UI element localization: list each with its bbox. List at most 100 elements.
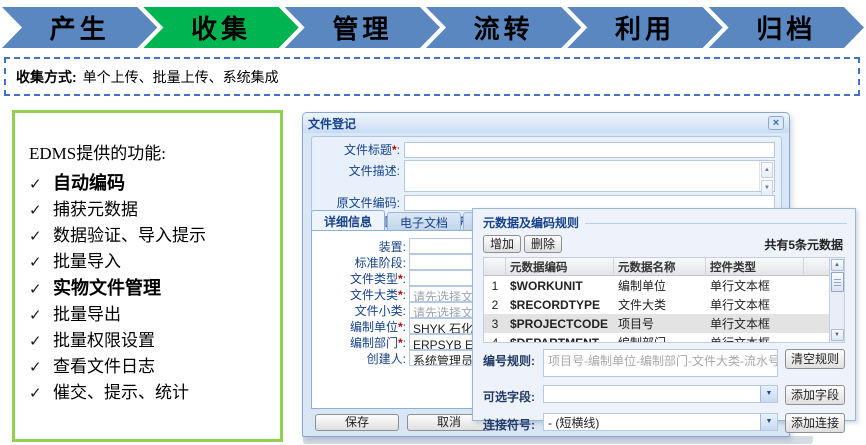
column-header-name: 元数据名称 xyxy=(614,258,706,275)
flow-step-label: 利用 xyxy=(615,9,675,46)
slide: 产生 收集 管理 流转 利用 归档 收集方式: 单个上传、批量上传、系统集成 E… xyxy=(0,0,866,445)
form-row-title: 文件标题*: xyxy=(312,141,775,158)
connector-row: 连接符号: - (短横线) ▼ 添加连接 xyxy=(473,413,855,433)
feature-item: ✓自动编码 xyxy=(29,170,272,197)
scroll-up-icon[interactable]: ▲ xyxy=(831,259,844,271)
flow-step-utilize: 利用 xyxy=(567,7,722,48)
field-label: 文件标题*: xyxy=(312,141,400,158)
table-row-selected[interactable]: 3 $PROJECTCODE 项目号 单行文本框 xyxy=(484,314,829,333)
check-icon: ✓ xyxy=(29,171,53,197)
scroll-down-icon[interactable]: ▼ xyxy=(831,329,844,341)
table-row[interactable]: 1 $WORKUNIT 编制单位 单行文本框 xyxy=(484,276,829,295)
field-label: 文件小类: xyxy=(312,302,406,319)
numbering-rule-row: 编号规则: 项目号-编制单位-编制部门-文件大类-流水号 清空规则 xyxy=(473,349,855,377)
field-label: 文件类型*: xyxy=(312,270,406,287)
column-header-blank xyxy=(804,258,829,275)
table-row[interactable]: 4 $DEPARTMENT 编制部门 单行文本框 xyxy=(484,333,829,342)
dialog-buttons: 保存 取消 xyxy=(315,414,491,431)
metadata-table: 元数据编码 元数据名称 控件类型 1 $WORKUNIT 编制单位 单行文本框 … xyxy=(483,257,845,343)
file-description-textarea[interactable]: ▲ ▼ xyxy=(404,160,775,192)
check-icon: ✓ xyxy=(29,302,53,328)
table-row[interactable]: 2 $RECORDTYPE 文件大类 单行文本框 xyxy=(484,295,829,314)
flow-step-label: 产生 xyxy=(50,9,110,46)
optional-field-select[interactable]: ▼ xyxy=(543,385,778,403)
check-icon: ✓ xyxy=(29,328,53,354)
field-label: 文件描述: xyxy=(312,160,400,179)
flow-step-label: 流转 xyxy=(474,9,534,46)
collection-method-text: 单个上传、批量上传、系统集成 xyxy=(83,67,279,87)
flow-step-circulate: 流转 xyxy=(426,7,581,48)
feature-item: ✓批量导出 xyxy=(29,302,272,328)
feature-item: ✓批量权限设置 xyxy=(29,328,272,354)
metadata-count: 共有5条元数据 xyxy=(764,236,843,253)
check-icon: ✓ xyxy=(29,223,53,249)
dialog-titlebar: 文件登记 × xyxy=(303,113,789,133)
metadata-table-grid: 元数据编码 元数据名称 控件类型 1 $WORKUNIT 编制单位 单行文本框 … xyxy=(484,258,829,342)
chevron-down-icon[interactable]: ▼ xyxy=(760,414,777,430)
column-header-index xyxy=(484,258,506,275)
top-form: 文件标题*: 文件描述: ▲ ▼ 原文件编码: 公开范围: xyxy=(311,136,782,218)
spin-up-icon[interactable]: ▲ xyxy=(761,162,773,178)
check-icon: ✓ xyxy=(29,380,53,406)
file-description-textarea-body[interactable] xyxy=(405,161,759,191)
column-header-type: 控件类型 xyxy=(706,258,804,275)
flow-step-label: 管理 xyxy=(332,9,392,46)
field-label: 编号规则: xyxy=(483,349,543,369)
legend-line xyxy=(585,223,847,224)
process-flow: 产生 收集 管理 流转 利用 归档 xyxy=(2,7,864,48)
feature-item: ✓数据验证、导入提示 xyxy=(29,223,272,249)
field-label: 原文件编码: xyxy=(312,194,400,211)
feature-item: ✓批量导入 xyxy=(29,249,272,275)
check-icon: ✓ xyxy=(29,249,53,275)
numbering-rule-input[interactable]: 项目号-编制单位-编制部门-文件大类-流水号 xyxy=(543,349,778,377)
feature-item: ✓实物文件管理 xyxy=(29,275,272,302)
field-label: 标准阶段: xyxy=(312,254,406,271)
table-rows: 1 $WORKUNIT 编制单位 单行文本框 2 $RECORDTYPE 文件大… xyxy=(484,276,829,342)
field-label: 编制单位*: xyxy=(312,318,406,335)
collection-method-label: 收集方式: xyxy=(16,67,77,87)
check-icon: ✓ xyxy=(29,197,53,223)
field-label: 创建人: xyxy=(312,350,406,367)
textarea-scroll: ▲ ▼ xyxy=(759,161,774,191)
form-row-description: 文件描述: ▲ ▼ xyxy=(312,160,775,192)
flow-step-produce: 产生 xyxy=(2,7,157,48)
flow-step-collect: 收集 xyxy=(143,7,298,48)
flow-step-label: 归档 xyxy=(756,9,816,46)
chevron-down-icon[interactable]: ▼ xyxy=(760,386,777,402)
add-connector-button[interactable]: 添加连接 xyxy=(785,413,845,433)
features-panel: EDMS提供的功能: ✓自动编码 ✓捕获元数据 ✓数据验证、导入提示 ✓批量导入… xyxy=(12,110,283,442)
save-button[interactable]: 保存 xyxy=(315,414,399,431)
field-label: 文件大类*: xyxy=(312,286,406,303)
file-title-input[interactable] xyxy=(404,142,775,158)
tab-electronic-doc[interactable]: 电子文档 xyxy=(387,212,461,231)
feature-item: ✓捕获元数据 xyxy=(29,197,272,223)
table-header: 元数据编码 元数据名称 控件类型 xyxy=(484,258,829,276)
dialog-title: 文件登记 xyxy=(308,115,768,132)
features-list: ✓自动编码 ✓捕获元数据 ✓数据验证、导入提示 ✓批量导入 ✓实物文件管理 ✓批… xyxy=(29,170,272,406)
metadata-rules-panel: 元数据及编码规则 增加 删除 共有5条元数据 元数据编码 元数据名称 控件类型 … xyxy=(472,208,856,421)
panel-header: 元数据及编码规则 xyxy=(473,209,855,231)
feature-item: ✓查看文件日志 xyxy=(29,354,272,380)
add-field-button[interactable]: 添加字段 xyxy=(785,385,845,405)
field-label: 连接符号: xyxy=(483,413,543,433)
clear-rule-button[interactable]: 清空规则 xyxy=(785,349,845,369)
metadata-toolbar: 增加 删除 共有5条元数据 xyxy=(483,235,843,253)
collection-method-note: 收集方式: 单个上传、批量上传、系统集成 xyxy=(4,57,860,96)
check-icon: ✓ xyxy=(29,276,53,302)
flow-step-archive: 归档 xyxy=(709,7,864,48)
field-label: 编制部门*: xyxy=(312,334,406,351)
tab-detail-info[interactable]: 详细信息 xyxy=(311,210,385,231)
flow-step-label: 收集 xyxy=(191,9,251,46)
delete-metadata-button[interactable]: 删除 xyxy=(524,235,562,253)
scrollbar-thumb[interactable] xyxy=(831,272,844,292)
column-header-code: 元数据编码 xyxy=(506,258,614,275)
window-bottom-edge xyxy=(303,436,813,444)
connector-select[interactable]: - (短横线) ▼ xyxy=(543,413,778,431)
close-icon[interactable]: × xyxy=(768,116,784,130)
field-label: 可选字段: xyxy=(483,385,543,405)
features-title: EDMS提供的功能: xyxy=(29,139,272,164)
table-scrollbar[interactable]: ▲ ▼ xyxy=(829,258,844,342)
add-metadata-button[interactable]: 增加 xyxy=(483,235,521,253)
feature-item: ✓催交、提示、统计 xyxy=(29,380,272,406)
panel-title: 元数据及编码规则 xyxy=(483,214,579,231)
